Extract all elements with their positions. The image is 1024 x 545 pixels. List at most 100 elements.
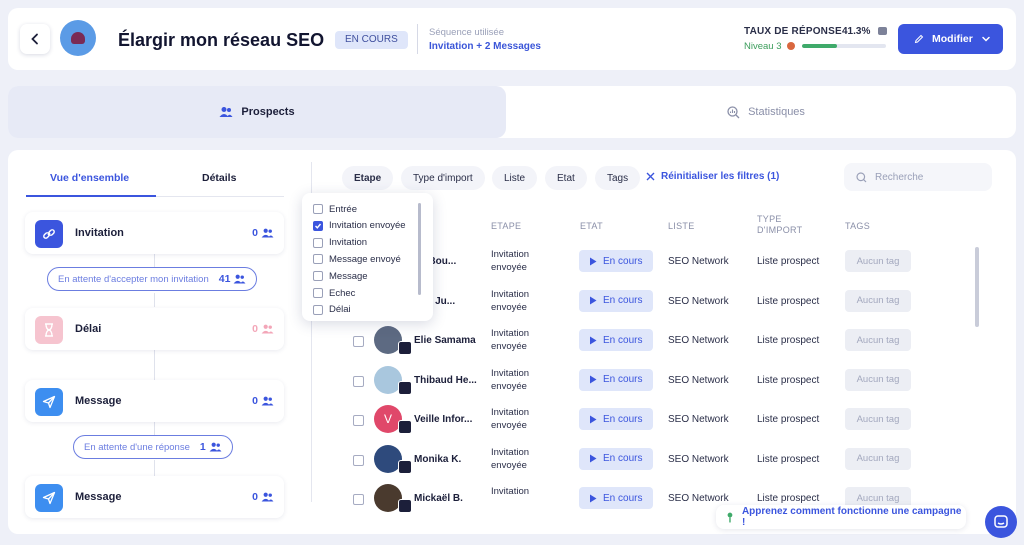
users-icon: [209, 442, 222, 452]
state-button[interactable]: En cours: [579, 447, 653, 470]
tab-details[interactable]: Détails: [202, 172, 236, 184]
state-button[interactable]: En cours: [579, 329, 653, 351]
checkbox[interactable]: [313, 237, 323, 248]
tag-badge[interactable]: Aucun tag: [845, 329, 911, 351]
dropdown-option[interactable]: Message: [313, 269, 368, 283]
tab-prospects[interactable]: Prospects: [8, 86, 506, 138]
users-icon: [219, 107, 233, 117]
step-count: 0: [252, 227, 274, 239]
tag-badge[interactable]: Aucun tag: [845, 250, 911, 272]
tag-badge[interactable]: Aucun tag: [845, 289, 911, 312]
step-delay[interactable]: Délai 0: [25, 308, 284, 350]
dropdown-scrollbar[interactable]: [418, 203, 421, 295]
checkbox[interactable]: [313, 271, 323, 282]
main-tabs: Prospects Statistiques: [8, 86, 1016, 138]
prospect-name[interactable]: Monika K.: [414, 454, 492, 465]
checkbox[interactable]: [313, 204, 323, 214]
table-row[interactable]: Elie Samama Invitation envoyée En cours SEO…: [348, 321, 988, 359]
state-button[interactable]: En cours: [579, 368, 653, 391]
state-button[interactable]: En cours: [579, 250, 653, 272]
state-button[interactable]: En cours: [579, 487, 653, 509]
column-header-import-type[interactable]: TYPE D'IMPORT: [757, 214, 817, 236]
row-checkbox[interactable]: [353, 415, 364, 426]
row-checkbox[interactable]: [353, 375, 364, 387]
dropdown-option[interactable]: Echec: [313, 286, 355, 300]
filter-list[interactable]: Liste: [492, 166, 538, 190]
search-input[interactable]: [875, 171, 985, 183]
prospect-import-type: Liste prospect: [757, 374, 820, 386]
waiting-invitation-pill[interactable]: En attente d'accepter mon invitation 41: [47, 267, 258, 291]
dropdown-option-label: Message envoyé: [329, 253, 401, 265]
prospect-list: SEO Network: [668, 374, 729, 386]
state-button[interactable]: En cours: [579, 408, 653, 430]
tab-overview[interactable]: Vue d'ensemble: [50, 172, 129, 184]
prospect-list: SEO Network: [668, 256, 729, 267]
table-row[interactable]: Monika K. Invitation envoyée En cours SEO N…: [348, 440, 988, 478]
state-label: En cours: [603, 374, 643, 385]
table-row[interactable]: ntin Ju... Invitation envoyée En cours SEO …: [348, 282, 988, 320]
step-count-value: 0: [252, 227, 258, 239]
filter-import-type[interactable]: Type d'import: [401, 166, 485, 190]
table-row[interactable]: an Bou... Invitation envoyée En cours SEO N…: [348, 242, 988, 280]
row-checkbox[interactable]: [353, 454, 364, 466]
dropdown-option[interactable]: Entrée: [313, 202, 357, 216]
step-label: Message: [75, 395, 122, 407]
dropdown-option[interactable]: Invitation envoyée: [313, 219, 406, 233]
step-message-1[interactable]: Message 0: [25, 380, 284, 422]
step-count-value: 0: [252, 323, 258, 335]
prospect-name[interactable]: Veille Infor...: [414, 414, 492, 425]
column-header-tags[interactable]: TAGS: [845, 221, 870, 232]
reset-filters-button[interactable]: Réinitialiser les filtres (1): [646, 171, 779, 182]
dropdown-option-label: Invitation envoyée: [329, 220, 406, 232]
column-header-liste[interactable]: LISTE: [668, 221, 695, 232]
checkbox[interactable]: [313, 254, 323, 265]
checkbox-checked[interactable]: [313, 220, 323, 231]
etape-filter-dropdown: Entrée Invitation envoyée Invitation Messag…: [302, 193, 433, 321]
sequence-connector: [154, 420, 155, 436]
step-invitation[interactable]: Invitation 0: [25, 212, 284, 254]
step-message-2[interactable]: Message 0: [25, 476, 284, 518]
tab-statistics[interactable]: Statistiques: [516, 86, 1016, 138]
tag-badge[interactable]: Aucun tag: [845, 368, 911, 391]
waiting-count: 1: [200, 441, 222, 453]
header-divider: [417, 24, 418, 54]
prospect-name[interactable]: Thibaud He...: [414, 375, 492, 386]
column-header-etape[interactable]: ETAPE: [491, 221, 521, 232]
checkbox[interactable]: [313, 304, 323, 315]
play-icon: [590, 494, 597, 502]
tag-badge[interactable]: Aucun tag: [845, 447, 911, 470]
table-row[interactable]: Thibaud He... Invitation envoyée En cours S…: [348, 361, 988, 399]
chat-button[interactable]: [985, 506, 1017, 538]
table-row[interactable]: V Veille Infor... Invitation envoyée En cou…: [348, 400, 988, 438]
tag-badge[interactable]: Aucun tag: [845, 408, 911, 430]
response-rate-bar-fill: [802, 44, 837, 48]
filter-tags[interactable]: Tags: [595, 166, 641, 190]
row-checkbox[interactable]: [353, 336, 364, 347]
step-count: 0: [252, 491, 274, 503]
prospect-list: SEO Network: [668, 493, 729, 504]
checkbox[interactable]: [313, 288, 323, 298]
state-label: En cours: [603, 413, 643, 425]
brain-icon: [71, 32, 85, 44]
back-button[interactable]: [20, 24, 50, 54]
prospect-name[interactable]: Mickaël B.: [414, 493, 492, 504]
row-checkbox[interactable]: [353, 494, 364, 505]
campaign-content: Vue d'ensemble Détails Invitation 0 En a…: [8, 150, 1016, 534]
column-header-etat[interactable]: ETAT: [580, 221, 603, 232]
help-campaign-link[interactable]: Apprenez comment fonctionne une campagne…: [716, 505, 966, 529]
sequence-value[interactable]: Invitation + 2 Messages: [429, 41, 541, 52]
prospect-name[interactable]: Elie Samama: [414, 335, 492, 346]
play-icon: [590, 454, 597, 463]
users-icon: [261, 492, 274, 502]
dropdown-option[interactable]: Délai: [313, 303, 351, 317]
linkedin-badge-icon: [398, 341, 412, 355]
dropdown-option[interactable]: Invitation: [313, 236, 367, 250]
filter-etape[interactable]: Etape: [342, 166, 394, 190]
filter-state[interactable]: Etat: [545, 166, 587, 190]
waiting-response-pill[interactable]: En attente d'une réponse 1: [73, 435, 233, 459]
modify-button[interactable]: Modifier: [898, 24, 1003, 54]
table-scrollbar[interactable]: [975, 247, 979, 327]
step-count: 0: [252, 323, 274, 335]
dropdown-option[interactable]: Message envoyé: [313, 252, 401, 266]
state-button[interactable]: En cours: [579, 289, 653, 312]
